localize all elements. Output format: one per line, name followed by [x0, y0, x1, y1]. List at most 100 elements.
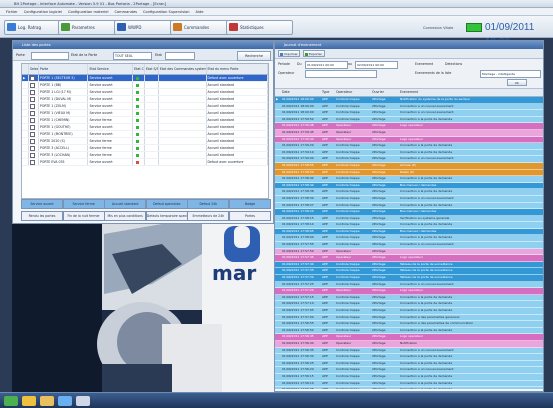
row-checkbox[interactable] — [29, 104, 35, 109]
event-row[interactable]: 01/09/2011 17:59:00 APP Controle trappe 2Po… — [275, 156, 543, 163]
app-icon[interactable] — [58, 396, 72, 406]
event-row[interactable]: 01/09/2011 17:58:55 APP Controle trappe 2Po… — [275, 162, 543, 170]
row-checkbox[interactable] — [29, 132, 35, 137]
operateur-select[interactable] — [305, 70, 377, 78]
event-row[interactable]: 01/09/2011 17:59:19 APP Controle trappe 2Po… — [275, 149, 543, 157]
event-row[interactable]: 01/09/2011 17:56:35 APP Controle trappe 2Po… — [275, 347, 543, 355]
event-row[interactable]: 01/09/2011 17:58:38 APP Controle trappe 2Po… — [275, 189, 543, 196]
event-row[interactable]: 01/09/2011 17:57:10 APP Controle trappe 2Po… — [275, 301, 543, 308]
door-row[interactable]: PORTE 1 (VIEUX M) Service ouvert Accueil s… — [22, 110, 268, 117]
event-row[interactable]: 01/09/2011 17:56:40 APP Operateur 2Portage N… — [275, 340, 543, 348]
event-col-2[interactable]: Type — [321, 89, 335, 96]
door-row[interactable]: PORTE 1 (CHEMIN) Service ferme Accueil sta… — [22, 117, 268, 124]
row-checkbox[interactable] — [29, 111, 35, 116]
event-row[interactable]: 01/09/2011 17:56:50 APP Controle trappe 2Po… — [275, 327, 543, 335]
door-col-7[interactable]: Etat du menu Porte — [207, 64, 268, 74]
event-row[interactable]: 01/09/2011 17:57:00 APP Controle trappe 2Po… — [275, 314, 543, 322]
action-button-b4[interactable]: Emmetteurs de 24h — [187, 211, 230, 221]
row-checkbox[interactable] — [29, 139, 35, 144]
door-col-2[interactable]: Porte — [39, 64, 89, 74]
event-row[interactable]: 01/09/2011 17:56:05APPControle trappe2Po… — [275, 387, 543, 389]
door-row[interactable]: PORTE 1 (MONTREE) Service ouvert Accueil s… — [22, 131, 268, 138]
ok-button[interactable]: Ok — [507, 79, 527, 86]
row-checkbox[interactable] — [29, 153, 35, 158]
explorer-icon[interactable] — [22, 396, 36, 406]
filter-etat-select[interactable]: TOUT SEUL — [113, 52, 152, 60]
action-button-b5[interactable]: Portes — [229, 211, 271, 221]
door-col-0[interactable] — [22, 64, 29, 74]
row-checkbox[interactable] — [29, 125, 35, 130]
event-row[interactable]: 01/09/2011 17:58:20 APP Controle trappe 2Po… — [275, 209, 543, 216]
door-row[interactable]: PORTE 3 (ACCELL) Service ferme Accueil sta… — [22, 145, 268, 152]
action-button-b1[interactable]: Fin de la nuit fermer — [62, 211, 105, 221]
event-row[interactable]: 01/09/2011 18:00:00 APP Controle trappe 2Po… — [275, 103, 543, 111]
door-row[interactable]: PORTE 1 (DUVAL M) Service ouvert Accueil s… — [22, 96, 268, 103]
filter-etat2-select[interactable] — [165, 52, 195, 60]
door-row[interactable]: PORTE EVA 035 Service ouvert Defaut avec o… — [22, 159, 268, 166]
menu-item-3[interactable]: Commandes — [114, 10, 137, 14]
event-row[interactable]: 01/09/2011 17:57:55 APP Controle trappe 2Po… — [275, 242, 543, 249]
door-row[interactable]: ▶ PORTE 1 (SECTEUR 5) Service ouvert Defaut… — [22, 75, 268, 82]
menu-item-0[interactable]: Fichier — [6, 10, 18, 14]
event-row[interactable]: 01/09/2011 17:56:55 APP Controle trappe 2Po… — [275, 321, 543, 328]
action-button-b2[interactable]: Mis en plus conditions — [104, 211, 147, 221]
event-row[interactable]: 01/09/2011 17:58:42 APP Controle trappe 2Po… — [275, 176, 543, 183]
event-row[interactable]: 01/09/2011 17:58:00 APP Controle trappe 2Po… — [275, 235, 543, 243]
action-button-a2[interactable]: Accueil standard — [104, 199, 147, 209]
event-row[interactable]: 01/09/2011 17:58:30 APP Controle trappe 2Po… — [275, 195, 543, 203]
event-row[interactable]: 01/09/2011 17:56:10 APP Controle trappe 2Po… — [275, 380, 543, 388]
event-row[interactable]: 01/09/2011 17:56:20 APP Controle trappe 2Po… — [275, 367, 543, 374]
action-button-a1[interactable]: Service ferme — [62, 199, 105, 209]
door-row[interactable]: PORTE 1 LGI (17 M) Service ouvert Accueil … — [22, 89, 268, 96]
event-row[interactable]: 01/09/2011 17:59:48 APP Operateur 2Portage L… — [275, 123, 543, 130]
export-button[interactable]: Exporter — [303, 50, 325, 57]
row-checkbox[interactable] — [29, 76, 35, 81]
event-row[interactable]: ▶ 01/09/2011 18:00:00 APP Controle trappe 2P… — [275, 97, 543, 104]
action-button-a5[interactable]: Badge — [229, 199, 271, 209]
door-row[interactable]: PORTE 2020 (S) Service ferme Accueil stand… — [22, 138, 268, 145]
event-row[interactable]: 01/09/2011 17:58:27 APP Controle trappe 2Po… — [275, 202, 543, 210]
row-checkbox[interactable] — [29, 90, 35, 95]
event-row[interactable]: 01/09/2011 17:58:05 APP Controle trappe 2Po… — [275, 228, 543, 236]
liste-select[interactable]: Montage - intelligente — [480, 70, 541, 78]
event-row[interactable]: 01/09/2011 17:57:20 APP Operateur 2Portage L… — [275, 288, 543, 295]
menu-item-4[interactable]: Configuration Supervision — [143, 10, 190, 14]
row-checkbox[interactable] — [29, 97, 35, 102]
door-col-5[interactable]: Etat S/S — [145, 64, 159, 74]
event-row[interactable]: 01/09/2011 17:57:50 APP Operateur 2Portage — [275, 248, 543, 256]
event-col-3[interactable]: Operateur — [335, 89, 371, 96]
action-button-b0[interactable]: Rendu les portes — [21, 211, 63, 221]
event-col-5[interactable]: Evenement — [399, 89, 543, 96]
event-row[interactable]: 01/09/2011 17:57:05 APP Controle trappe 2Po… — [275, 308, 543, 315]
event-row[interactable]: 01/09/2011 17:58:15 APP Controle trappe 2Po… — [275, 215, 543, 223]
menu-item-2[interactable]: Configuration materiel — [68, 10, 109, 14]
door-col-3[interactable]: Etat Service — [88, 64, 134, 74]
row-checkbox[interactable] — [29, 146, 35, 151]
event-row[interactable]: 01/09/2011 17:58:40 APP Controle trappe 2Po… — [275, 182, 543, 190]
folder-icon[interactable] — [40, 396, 54, 406]
door-row[interactable]: PORTE 1 (ZOLM) Service ouvert Accueil stan… — [22, 103, 268, 110]
menu-item-5[interactable]: Aide — [196, 10, 204, 14]
event-row[interactable]: 01/09/2011 17:57:25 APP Controle trappe 2Po… — [275, 281, 543, 289]
row-checkbox[interactable] — [29, 118, 35, 123]
action-button-a4[interactable]: Defaut 24h — [187, 199, 230, 209]
event-row[interactable]: 01/09/2011 17:58:10 APP Controle trappe 2Po… — [275, 222, 543, 229]
event-row[interactable]: 01/09/2011 17:59:44 APP Operateur 2Portage L… — [275, 136, 543, 144]
print-button[interactable]: Imprimer — [278, 50, 300, 57]
event-row[interactable]: 01/09/2011 18:00:00 APP Controle trappe 2Po… — [275, 110, 543, 117]
date-to-input[interactable]: 02/09/2011 00:00 — [355, 61, 398, 69]
event-row[interactable]: 01/09/2011 17:59:52 APP Controle trappe 2Po… — [275, 116, 543, 124]
event-row[interactable]: 01/09/2011 17:57:15 APP Controle trappe 2Po… — [275, 294, 543, 302]
search-button[interactable]: Recherche — [237, 51, 271, 61]
action-button-a0[interactable]: Service ouvert — [21, 199, 63, 209]
event-row[interactable]: 01/09/2011 17:57:40 APP Controle trappe 2Po… — [275, 261, 543, 269]
filter-porte-input[interactable] — [31, 52, 69, 60]
row-checkbox[interactable] — [29, 160, 35, 165]
event-row[interactable]: 01/09/2011 17:57:30 APP Controle trappe 2Po… — [275, 275, 543, 282]
door-row[interactable]: PORTE 1 (BB) Service ouvert Accueil standa… — [22, 82, 268, 89]
toolbar-button-4[interactable]: Statistiques — [226, 20, 293, 35]
door-col-4[interactable]: Etat Com — [133, 64, 146, 74]
event-col-4[interactable]: Ouvrier — [371, 89, 399, 96]
door-row[interactable]: PORTE 3 (LOCHAN) Service ferme Accueil sta… — [22, 152, 268, 159]
row-checkbox[interactable] — [29, 83, 35, 88]
